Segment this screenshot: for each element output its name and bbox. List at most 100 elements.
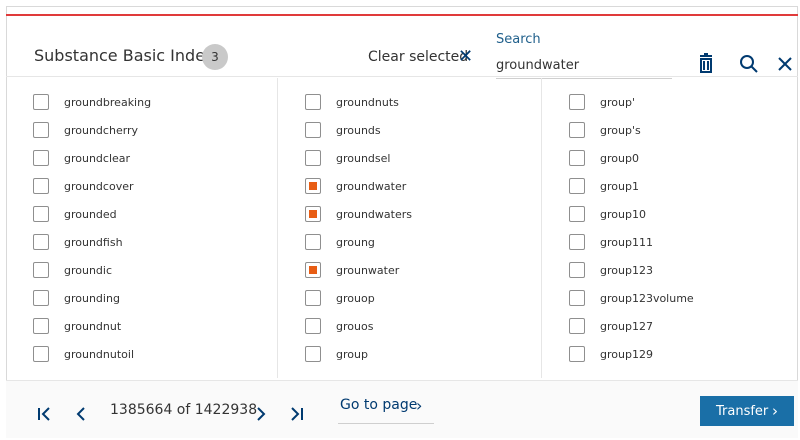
checkbox[interactable] bbox=[569, 150, 585, 166]
list-item[interactable]: group' bbox=[542, 88, 798, 116]
clear-selected-label: Clear selected bbox=[368, 49, 469, 65]
list-item[interactable]: group10 bbox=[542, 200, 798, 228]
goto-page-button[interactable]: Go to page › bbox=[338, 396, 434, 424]
clear-selected-button[interactable]: Clear selected ✕ bbox=[368, 46, 473, 70]
close-icon: ✕ bbox=[458, 46, 474, 67]
checkbox[interactable] bbox=[33, 290, 49, 306]
list-item[interactable]: group111 bbox=[542, 228, 798, 256]
list-item[interactable]: group129 bbox=[542, 340, 798, 368]
list-item[interactable]: groundclear bbox=[6, 144, 277, 172]
checkbox[interactable] bbox=[305, 346, 321, 362]
goto-page-label: Go to page bbox=[340, 397, 418, 413]
selected-count-badge: 3 bbox=[202, 44, 228, 70]
list-item[interactable]: groundnutoil bbox=[6, 340, 277, 368]
list-item-label: group127 bbox=[600, 319, 653, 333]
first-page-icon[interactable] bbox=[36, 405, 54, 427]
list-item[interactable]: group123 bbox=[542, 256, 798, 284]
list-item-label: groundcherry bbox=[64, 123, 139, 137]
list-item[interactable]: groundwater bbox=[278, 172, 541, 200]
checkbox[interactable] bbox=[33, 262, 49, 278]
list-item[interactable]: groundic bbox=[6, 256, 277, 284]
pagination-footer: 1385664 of 1422938 Go to page › Transfer… bbox=[6, 381, 798, 438]
checkbox[interactable] bbox=[305, 122, 321, 138]
list-item[interactable]: group1 bbox=[542, 172, 798, 200]
checkbox[interactable] bbox=[569, 122, 585, 138]
list-item[interactable]: groundbreaking bbox=[6, 88, 277, 116]
checkbox[interactable] bbox=[569, 346, 585, 362]
close-icon[interactable] bbox=[773, 52, 797, 76]
column-2: groundnuts grounds groundsel groundwater gro… bbox=[278, 78, 542, 378]
chevron-right-icon[interactable] bbox=[252, 405, 270, 427]
transfer-button[interactable]: Transfer › bbox=[700, 396, 794, 426]
last-page-icon[interactable] bbox=[287, 405, 305, 427]
search-input[interactable] bbox=[496, 52, 672, 79]
checkbox[interactable] bbox=[33, 122, 49, 138]
checkbox[interactable] bbox=[33, 234, 49, 250]
list-item-label: groundwaters bbox=[336, 207, 412, 221]
list-item[interactable]: grounded bbox=[6, 200, 277, 228]
checkbox[interactable] bbox=[569, 234, 585, 250]
checkbox[interactable] bbox=[569, 290, 585, 306]
checkbox[interactable] bbox=[33, 150, 49, 166]
checkbox[interactable] bbox=[305, 94, 321, 110]
list-item[interactable]: groundsel bbox=[278, 144, 541, 172]
list-item-label: groundnuts bbox=[336, 95, 399, 109]
list-item-label: grounding bbox=[64, 291, 120, 305]
list-item-label: groundcover bbox=[64, 179, 134, 193]
checkbox[interactable] bbox=[33, 318, 49, 334]
chevron-left-icon[interactable] bbox=[72, 405, 90, 427]
checkbox[interactable] bbox=[305, 178, 321, 194]
checkbox[interactable] bbox=[305, 318, 321, 334]
list-item-label: group129 bbox=[600, 347, 653, 361]
list-item[interactable]: grounwater bbox=[278, 256, 541, 284]
list-item-label: grouop bbox=[336, 291, 375, 305]
list-item[interactable]: group123volume bbox=[542, 284, 798, 312]
checkbox[interactable] bbox=[33, 94, 49, 110]
search-icon[interactable] bbox=[737, 52, 761, 76]
list-item-label: groundwater bbox=[336, 179, 407, 193]
list-item-label: group0 bbox=[600, 151, 639, 165]
list-item[interactable]: groung bbox=[278, 228, 541, 256]
list-item[interactable]: grounding bbox=[6, 284, 277, 312]
list-item-label: group111 bbox=[600, 235, 653, 249]
list-item[interactable]: groundwaters bbox=[278, 200, 541, 228]
list-item-label: groundsel bbox=[336, 151, 391, 165]
checkbox[interactable] bbox=[305, 234, 321, 250]
list-item[interactable]: groundcover bbox=[6, 172, 277, 200]
list-item[interactable]: grouop bbox=[278, 284, 541, 312]
checkbox[interactable] bbox=[33, 178, 49, 194]
list-item-label: groundnutoil bbox=[64, 347, 135, 361]
list-item-label: grounwater bbox=[336, 263, 400, 277]
trash-icon[interactable] bbox=[694, 52, 718, 76]
list-item[interactable]: group's bbox=[542, 116, 798, 144]
list-item[interactable]: groundcherry bbox=[6, 116, 277, 144]
list-item-label: group' bbox=[600, 95, 635, 109]
header-divider bbox=[6, 76, 798, 77]
list-item[interactable]: grounds bbox=[278, 116, 541, 144]
list-item-label: grouos bbox=[336, 319, 374, 333]
list-item-label: groundfish bbox=[64, 235, 123, 249]
chevron-right-icon: › bbox=[772, 402, 778, 420]
list-item-label: groung bbox=[336, 235, 375, 249]
checkbox[interactable] bbox=[569, 318, 585, 334]
list-item[interactable]: grouos bbox=[278, 312, 541, 340]
list-item[interactable]: group0 bbox=[542, 144, 798, 172]
list-item-label: group123 bbox=[600, 263, 653, 277]
checkbox[interactable] bbox=[305, 206, 321, 222]
list-item[interactable]: group bbox=[278, 340, 541, 368]
list-item-label: groundic bbox=[64, 263, 113, 277]
checkbox[interactable] bbox=[569, 178, 585, 194]
checkbox[interactable] bbox=[569, 94, 585, 110]
column-1: groundbreaking groundcherry groundclear gro… bbox=[6, 78, 278, 378]
list-item[interactable]: group127 bbox=[542, 312, 798, 340]
list-item[interactable]: groundfish bbox=[6, 228, 277, 256]
checkbox[interactable] bbox=[33, 346, 49, 362]
list-item[interactable]: groundnuts bbox=[278, 88, 541, 116]
checkbox[interactable] bbox=[305, 150, 321, 166]
list-item[interactable]: groundnut bbox=[6, 312, 277, 340]
checkbox[interactable] bbox=[305, 262, 321, 278]
checkbox[interactable] bbox=[33, 206, 49, 222]
checkbox[interactable] bbox=[305, 290, 321, 306]
checkbox[interactable] bbox=[569, 206, 585, 222]
checkbox[interactable] bbox=[569, 262, 585, 278]
